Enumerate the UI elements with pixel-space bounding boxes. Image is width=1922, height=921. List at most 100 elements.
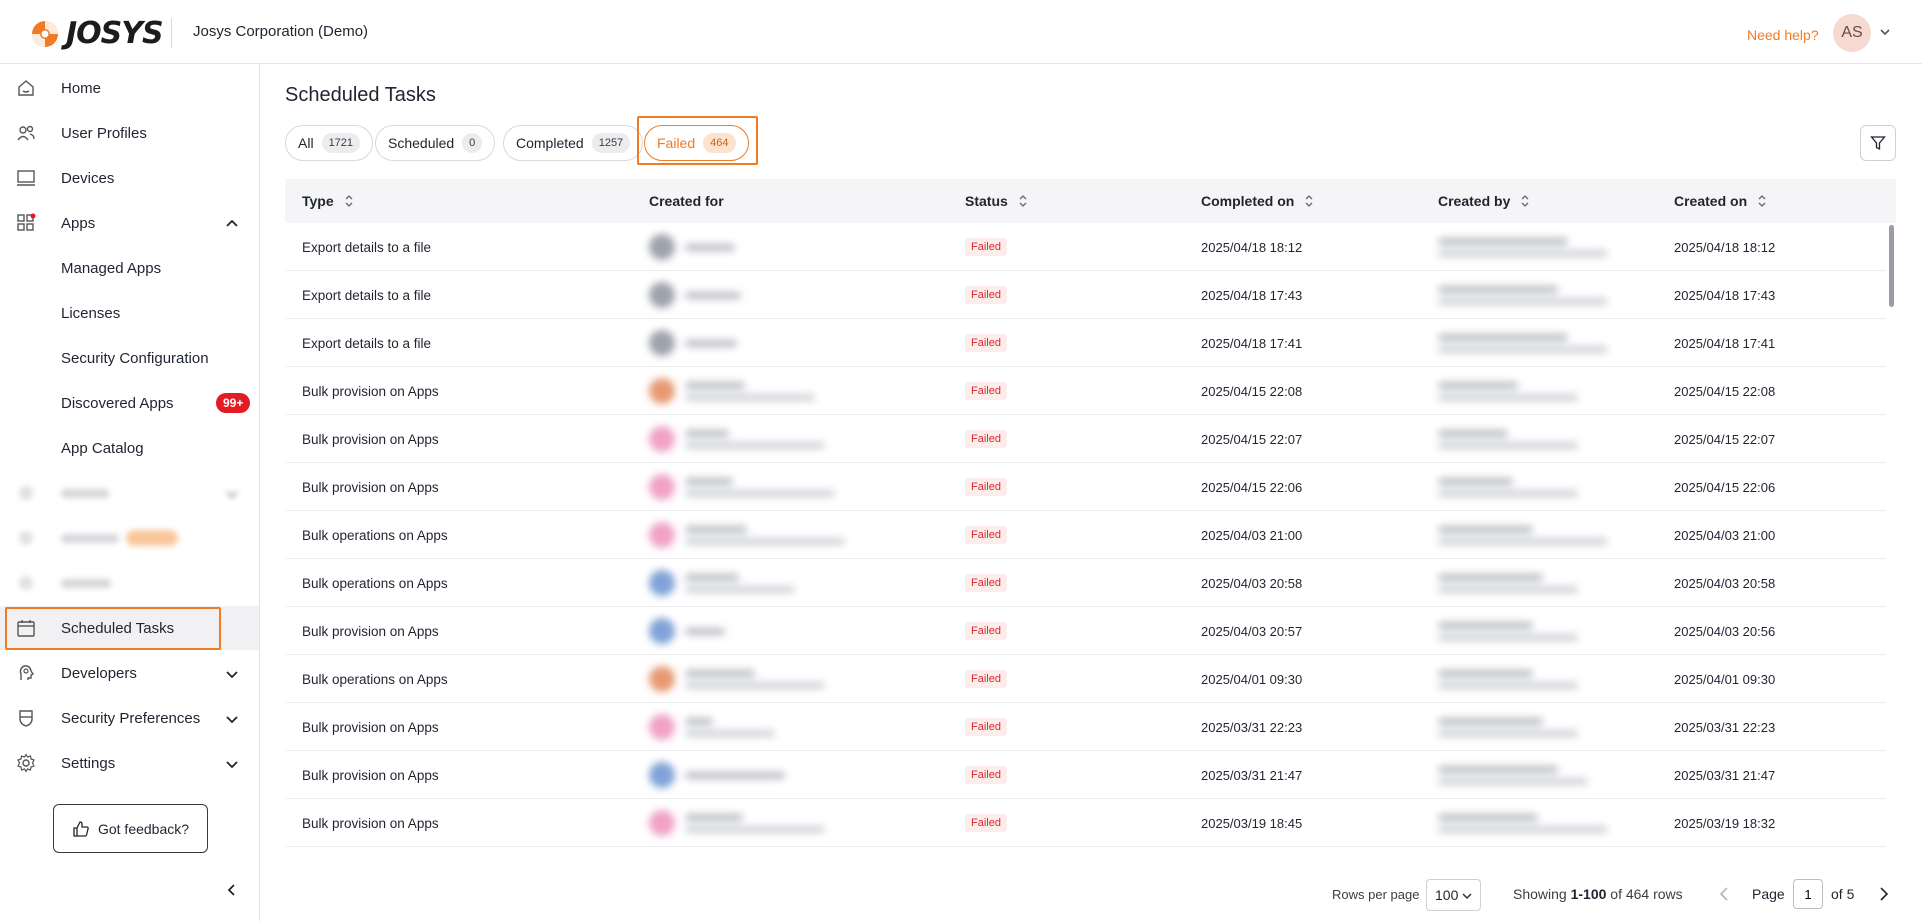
redacted-label — [61, 579, 111, 588]
table-row[interactable]: Bulk provision on Apps Failed 2025/03/31… — [285, 751, 1886, 799]
sidebar-item-app-catalog[interactable]: App Catalog — [0, 426, 259, 470]
table-row[interactable]: Bulk provision on Apps Failed 2025/04/03… — [285, 607, 1886, 655]
status-badge: Failed — [965, 430, 1007, 448]
status-badge: Failed — [965, 526, 1007, 544]
sidebar-item-security-configuration[interactable]: Security Configuration — [0, 336, 259, 380]
sidebar-item-managed-apps[interactable]: Managed Apps — [0, 246, 259, 290]
status-cell: Failed — [965, 511, 1007, 559]
need-help-link[interactable]: Need help? — [1747, 27, 1819, 43]
table-row[interactable]: Bulk provision on Apps Failed 2025/03/31… — [285, 703, 1886, 751]
sidebar-item-apps[interactable]: Apps — [0, 201, 259, 245]
table-row[interactable]: Bulk provision on Apps Failed 2025/04/15… — [285, 415, 1886, 463]
status-cell: Failed — [965, 271, 1007, 319]
sidebar-item-user-profiles[interactable]: User Profiles — [0, 111, 259, 155]
table-row[interactable]: Bulk operations on Apps Failed 2025/04/0… — [285, 655, 1886, 703]
status-badge: Failed — [965, 814, 1007, 832]
tab-all[interactable]: All 1721 — [285, 125, 374, 161]
created-for-redacted — [649, 271, 741, 319]
table-row[interactable]: Export details to a file Failed 2025/04/… — [285, 319, 1886, 367]
tab-count: 464 — [703, 133, 736, 153]
task-type: Bulk operations on Apps — [302, 671, 448, 687]
table-row[interactable]: Bulk provision on Apps Failed 2025/04/15… — [285, 367, 1886, 415]
completed-on: 2025/04/18 17:41 — [1201, 335, 1303, 351]
column-header-status[interactable]: Status — [965, 179, 1028, 223]
task-type: Export details to a file — [302, 287, 432, 303]
status-badge: Failed — [965, 574, 1007, 592]
sidebar-item-licenses[interactable]: Licenses — [0, 291, 259, 335]
redacted-avatar — [649, 762, 675, 788]
tab-label: Completed — [516, 135, 584, 151]
sidebar-item-developers[interactable]: Developers — [0, 651, 259, 695]
task-type: Bulk provision on Apps — [302, 767, 439, 783]
main-content: Scheduled Tasks All 1721 Scheduled 0 Com… — [261, 64, 1922, 921]
redacted-icon — [19, 576, 33, 590]
organization-name: Josys Corporation (Demo) — [193, 23, 369, 40]
sidebar-item-redacted[interactable] — [0, 561, 259, 605]
column-header-completed-on[interactable]: Completed on — [1201, 179, 1314, 223]
table-row[interactable]: Bulk provision on Apps Failed 2025/04/15… — [285, 463, 1886, 511]
got-feedback-button[interactable]: Got feedback? — [53, 804, 208, 853]
table-row[interactable]: Bulk provision on Apps Failed 2025/03/19… — [285, 799, 1886, 847]
status-badge: Failed — [965, 478, 1007, 496]
sidebar-item-redacted[interactable] — [0, 471, 259, 515]
status-badge: Failed — [965, 382, 1007, 400]
completed-on: 2025/04/03 21:00 — [1201, 527, 1303, 543]
table-row[interactable]: Bulk operations on Apps Failed 2025/04/0… — [285, 511, 1886, 559]
column-header-created-by[interactable]: Created by — [1438, 179, 1530, 223]
created-for-redacted — [649, 559, 795, 607]
sort-icon[interactable] — [1520, 194, 1530, 208]
sidebar-item-settings[interactable]: Settings — [0, 741, 259, 785]
sidebar-item-label: App Catalog — [61, 439, 144, 457]
created-on: 2025/04/18 17:41 — [1674, 335, 1776, 351]
sort-icon[interactable] — [344, 194, 354, 208]
sidebar-item-devices[interactable]: Devices — [0, 156, 259, 200]
chevron-down-icon[interactable] — [224, 486, 240, 502]
created-for-redacted — [649, 655, 825, 703]
filter-icon — [1870, 136, 1886, 151]
chevron-right-icon[interactable] — [1875, 885, 1891, 903]
sidebar-item-security-preferences[interactable]: Security Preferences — [0, 696, 259, 740]
table-scrollbar[interactable] — [1889, 225, 1894, 307]
rows-per-page-select[interactable]: 100 — [1426, 879, 1481, 911]
completed-on: 2025/03/19 18:45 — [1201, 815, 1303, 831]
chevron-down-icon[interactable] — [1878, 25, 1892, 39]
created-for-redacted — [649, 223, 735, 271]
chevron-down-icon[interactable] — [224, 711, 240, 727]
sidebar-item-home[interactable]: Home — [0, 66, 259, 110]
sidebar-item-redacted[interactable] — [0, 516, 259, 560]
sort-icon[interactable] — [1757, 194, 1767, 208]
column-header-created-on[interactable]: Created on — [1674, 179, 1767, 223]
status-cell: Failed — [965, 367, 1007, 415]
table-row[interactable]: Bulk operations on Apps Failed 2025/04/0… — [285, 559, 1886, 607]
column-header-type[interactable]: Type — [302, 179, 354, 223]
status-cell: Failed — [965, 703, 1007, 751]
redacted-avatar — [649, 426, 675, 452]
sort-icon[interactable] — [1304, 194, 1314, 208]
chevron-down-icon[interactable] — [224, 756, 240, 772]
chevron-down-icon[interactable] — [224, 666, 240, 682]
status-badge: Failed — [965, 334, 1007, 352]
tab-completed[interactable]: Completed 1257 — [503, 125, 644, 161]
table-row[interactable]: Export details to a file Failed 2025/04/… — [285, 223, 1886, 271]
status-badge: Failed — [965, 238, 1007, 256]
sidebar-item-scheduled-tasks[interactable]: Scheduled Tasks — [0, 606, 259, 650]
josys-logo[interactable]: JOSYS — [30, 16, 164, 51]
chevron-up-icon[interactable] — [224, 216, 240, 232]
status-badge: Failed — [965, 622, 1007, 640]
collapse-sidebar-icon[interactable] — [224, 882, 240, 898]
table-row[interactable]: Export details to a file Failed 2025/04/… — [285, 271, 1886, 319]
chevron-left-icon[interactable] — [1717, 885, 1733, 903]
created-on: 2025/03/31 22:23 — [1674, 719, 1776, 735]
user-avatar[interactable]: AS — [1833, 14, 1871, 52]
page-number-input[interactable] — [1793, 879, 1823, 909]
created-on: 2025/03/31 21:47 — [1674, 767, 1776, 783]
tab-scheduled[interactable]: Scheduled 0 — [375, 125, 496, 161]
column-label: Status — [965, 193, 1008, 209]
filter-button[interactable] — [1860, 125, 1896, 161]
sort-icon[interactable] — [1018, 194, 1028, 208]
created-by-redacted — [1438, 223, 1608, 271]
redacted-icon — [19, 486, 33, 500]
showing-rows-text: Showing 1-100 of 464 rows — [1513, 886, 1683, 902]
sidebar-item-discovered-apps[interactable]: Discovered Apps 99+ — [0, 381, 259, 425]
tab-failed[interactable]: Failed 464 — [644, 125, 749, 161]
